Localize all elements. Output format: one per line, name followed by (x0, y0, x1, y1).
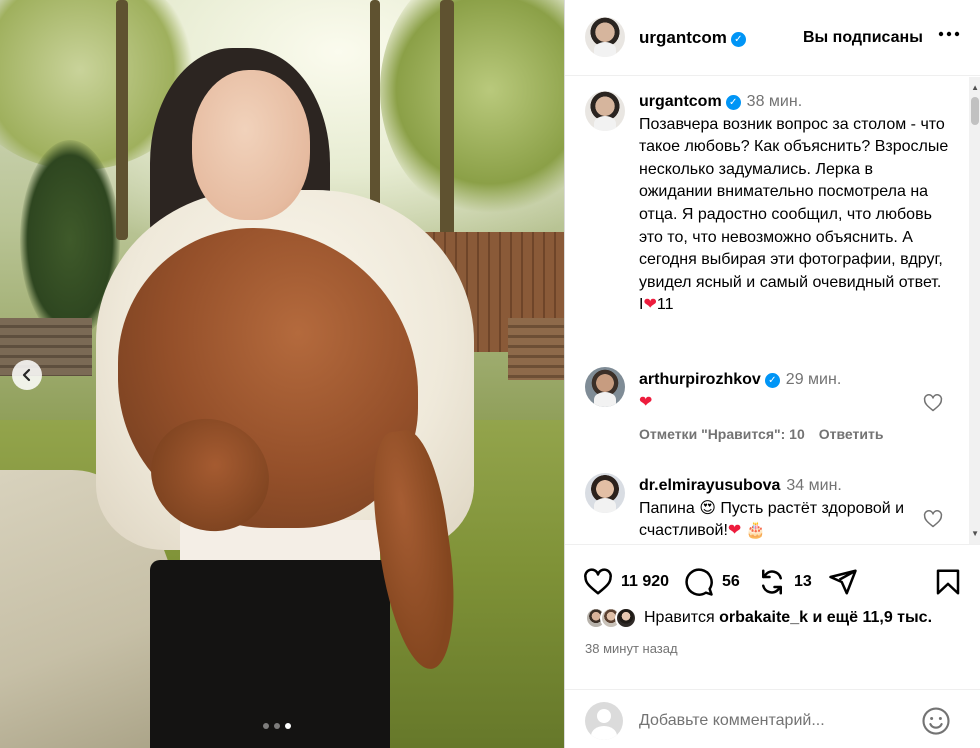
post-photo[interactable] (0, 0, 564, 748)
comment-meta: Отметки "Нравится": 10 Ответить (639, 426, 897, 442)
speech-bubble-icon[interactable] (684, 567, 714, 597)
liked-by-text: Нравится orbakaite_k и ещё 11,9 тыс. (644, 609, 932, 627)
reply-button[interactable]: Ответить (819, 426, 884, 442)
chevron-left-icon[interactable] (12, 360, 42, 390)
comments-list[interactable]: urgantcom ✓ 38 мин. Позавчера возник вопро… (565, 77, 980, 544)
avatar[interactable] (585, 473, 625, 513)
photo-bench (508, 318, 564, 380)
photo-tree-trunk (116, 0, 128, 240)
heart-eyes-emoji: 😍 (699, 499, 716, 517)
comment-count[interactable]: 56 (722, 573, 740, 591)
post-caption: urgantcom ✓ 38 мин. Позавчера возник вопро… (639, 91, 949, 317)
author-username[interactable]: urgantcom ✓ (639, 28, 746, 48)
more-horizontal-icon[interactable] (937, 22, 961, 52)
avatar[interactable] (615, 607, 637, 629)
comment-text: Папина (639, 499, 695, 517)
repost-count[interactable]: 13 (794, 573, 812, 591)
comment-username[interactable]: dr.elmirayusubova (639, 477, 780, 494)
heart-emoji: ❤ (643, 296, 657, 314)
avatar (585, 702, 623, 740)
comment-likes-link[interactable]: Отметки "Нравится": 10 (639, 426, 805, 442)
carousel-dot (263, 723, 269, 729)
comment-time[interactable]: 29 мин. (786, 371, 841, 388)
smiley-icon[interactable] (921, 706, 951, 736)
scroll-down-arrow-icon[interactable]: ▼ (971, 529, 979, 538)
comment-input[interactable] (639, 708, 909, 734)
carousel-dot-active (285, 723, 291, 729)
like-count[interactable]: 11 920 (621, 573, 669, 591)
repost-icon[interactable] (757, 567, 787, 597)
avatar[interactable] (585, 17, 625, 57)
add-comment-bar (565, 689, 980, 748)
comment-item: dr.elmirayusubova 34 мин. Папина 😍 Пусть … (639, 475, 949, 543)
comment-time[interactable]: 34 мин. (786, 477, 841, 494)
heart-outline-icon[interactable] (583, 567, 613, 597)
scroll-up-arrow-icon[interactable]: ▲ (971, 83, 979, 92)
comments-scrollbar[interactable]: ▲ ▼ (969, 77, 980, 544)
paper-plane-icon[interactable] (828, 567, 858, 597)
author-username-text[interactable]: urgantcom (639, 28, 727, 47)
post-header: urgantcom ✓ Вы подписаны (565, 0, 980, 76)
avatar[interactable] (585, 367, 625, 407)
caption-time[interactable]: 38 мин. (747, 93, 802, 110)
caption-text-end: 11 (656, 296, 674, 314)
caption-text: Позавчера возник вопрос за столом - что … (639, 115, 949, 314)
liked-by-username[interactable]: orbakaite_k (719, 609, 808, 626)
heart-outline-icon[interactable] (923, 393, 943, 413)
post-actions: 11 920 56 13 Нравится orbakaite_k и ещё … (565, 544, 980, 748)
liked-by-row: Нравится orbakaite_k и ещё 11,9 тыс. (585, 607, 932, 629)
cake-emoji: 🎂 (745, 522, 766, 540)
comment-username[interactable]: arthurpirozhkov (639, 371, 761, 388)
scroll-thumb[interactable] (971, 97, 979, 125)
caption-username[interactable]: urgantcom (639, 93, 722, 110)
verified-badge-icon: ✓ (725, 95, 741, 110)
avatar[interactable] (585, 91, 625, 131)
carousel-indicator (263, 723, 291, 729)
photo-pants (150, 560, 390, 748)
post-timestamp[interactable]: 38 минут назад (585, 641, 678, 656)
heart-outline-icon[interactable] (923, 509, 943, 529)
carousel-dot (274, 723, 280, 729)
verified-badge-icon: ✓ (764, 373, 780, 388)
following-button[interactable]: Вы подписаны (803, 29, 923, 47)
comment-item: arthurpirozhkov ✓ 29 мин. ❤ (639, 369, 949, 414)
bookmark-icon[interactable] (933, 567, 963, 597)
photo-face (192, 70, 310, 220)
heart-emoji: ❤ (727, 522, 742, 540)
verified-badge-icon: ✓ (730, 32, 746, 47)
post-panel: urgantcom ✓ Вы подписаны urgantcom ✓ 38 мин… (564, 0, 980, 748)
liked-by-others[interactable]: и ещё 11,9 тыс. (812, 609, 932, 626)
liked-by-prefix: Нравится (644, 609, 715, 626)
comment-text: ❤ (639, 393, 653, 411)
